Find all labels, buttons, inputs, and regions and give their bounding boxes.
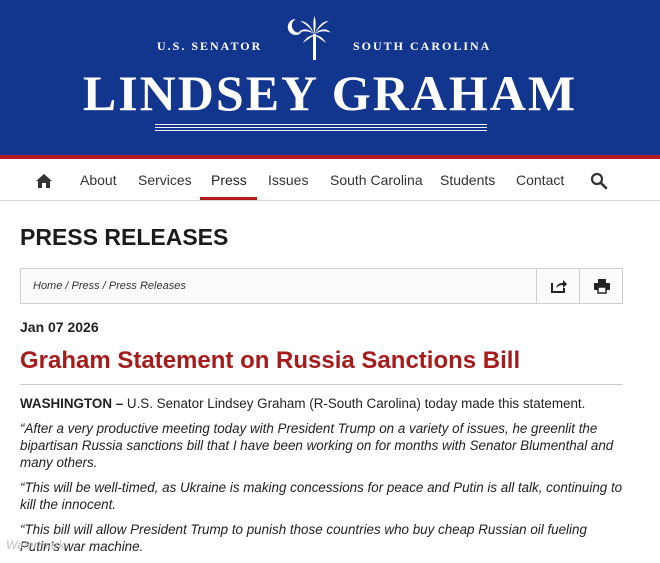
nav-item-students[interactable]: Students — [440, 161, 495, 201]
home-icon[interactable] — [35, 172, 53, 190]
state-tagline: SOUTH CAROLINA — [353, 39, 492, 53]
print-button[interactable] — [579, 269, 623, 303]
nav-item-south-carolina[interactable]: South Carolina — [330, 161, 423, 201]
watermark-text: Watermark — [6, 538, 65, 552]
article-dateline: WASHINGTON – — [20, 396, 124, 411]
article-paragraph: “After a very productive meeting today w… — [20, 421, 614, 470]
logo-rule — [155, 127, 487, 128]
site-header-banner: U.S. SENATOR SOUTH CAROLINA LINDSEY GRAH… — [0, 0, 660, 155]
senator-tagline: U.S. SENATOR — [157, 39, 263, 53]
article-lede: WASHINGTON – U.S. Senator Lindsey Graham… — [20, 395, 623, 412]
nav-item-services[interactable]: Services — [138, 161, 192, 201]
breadcrumb-bar: Home / Press / Press Releases — [20, 268, 623, 304]
article-lede-text: U.S. Senator Lindsey Graham (R-South Car… — [123, 396, 586, 411]
article-headline: Graham Statement on Russia Sanctions Bil… — [20, 347, 521, 374]
active-nav-indicator — [200, 197, 257, 200]
nav-item-press[interactable]: Press — [211, 161, 247, 201]
nav-item-about[interactable]: About — [80, 161, 117, 201]
page-title: PRESS RELEASES — [20, 224, 229, 250]
article-date: Jan 07 2026 — [20, 319, 99, 335]
headline-divider — [20, 384, 623, 385]
share-icon — [550, 280, 567, 293]
nav-item-contact[interactable]: Contact — [516, 161, 564, 201]
logo-rule — [155, 124, 487, 125]
share-button[interactable] — [536, 269, 580, 303]
main-nav: About Services Press Issues South Caroli… — [0, 161, 660, 201]
print-icon — [593, 279, 610, 294]
nav-item-issues[interactable]: Issues — [268, 161, 308, 201]
breadcrumb[interactable]: Home / Press / Press Releases — [33, 269, 186, 303]
senator-name-logo[interactable]: LINDSEY GRAHAM — [0, 64, 660, 122]
search-icon[interactable] — [590, 172, 608, 190]
logo-rule — [155, 130, 487, 131]
palmetto-crescent-icon — [287, 16, 330, 60]
article-paragraph: “This bill will allow President Trump to… — [20, 522, 587, 554]
article-paragraph: “This will be well-timed, as Ukraine is … — [20, 480, 623, 512]
